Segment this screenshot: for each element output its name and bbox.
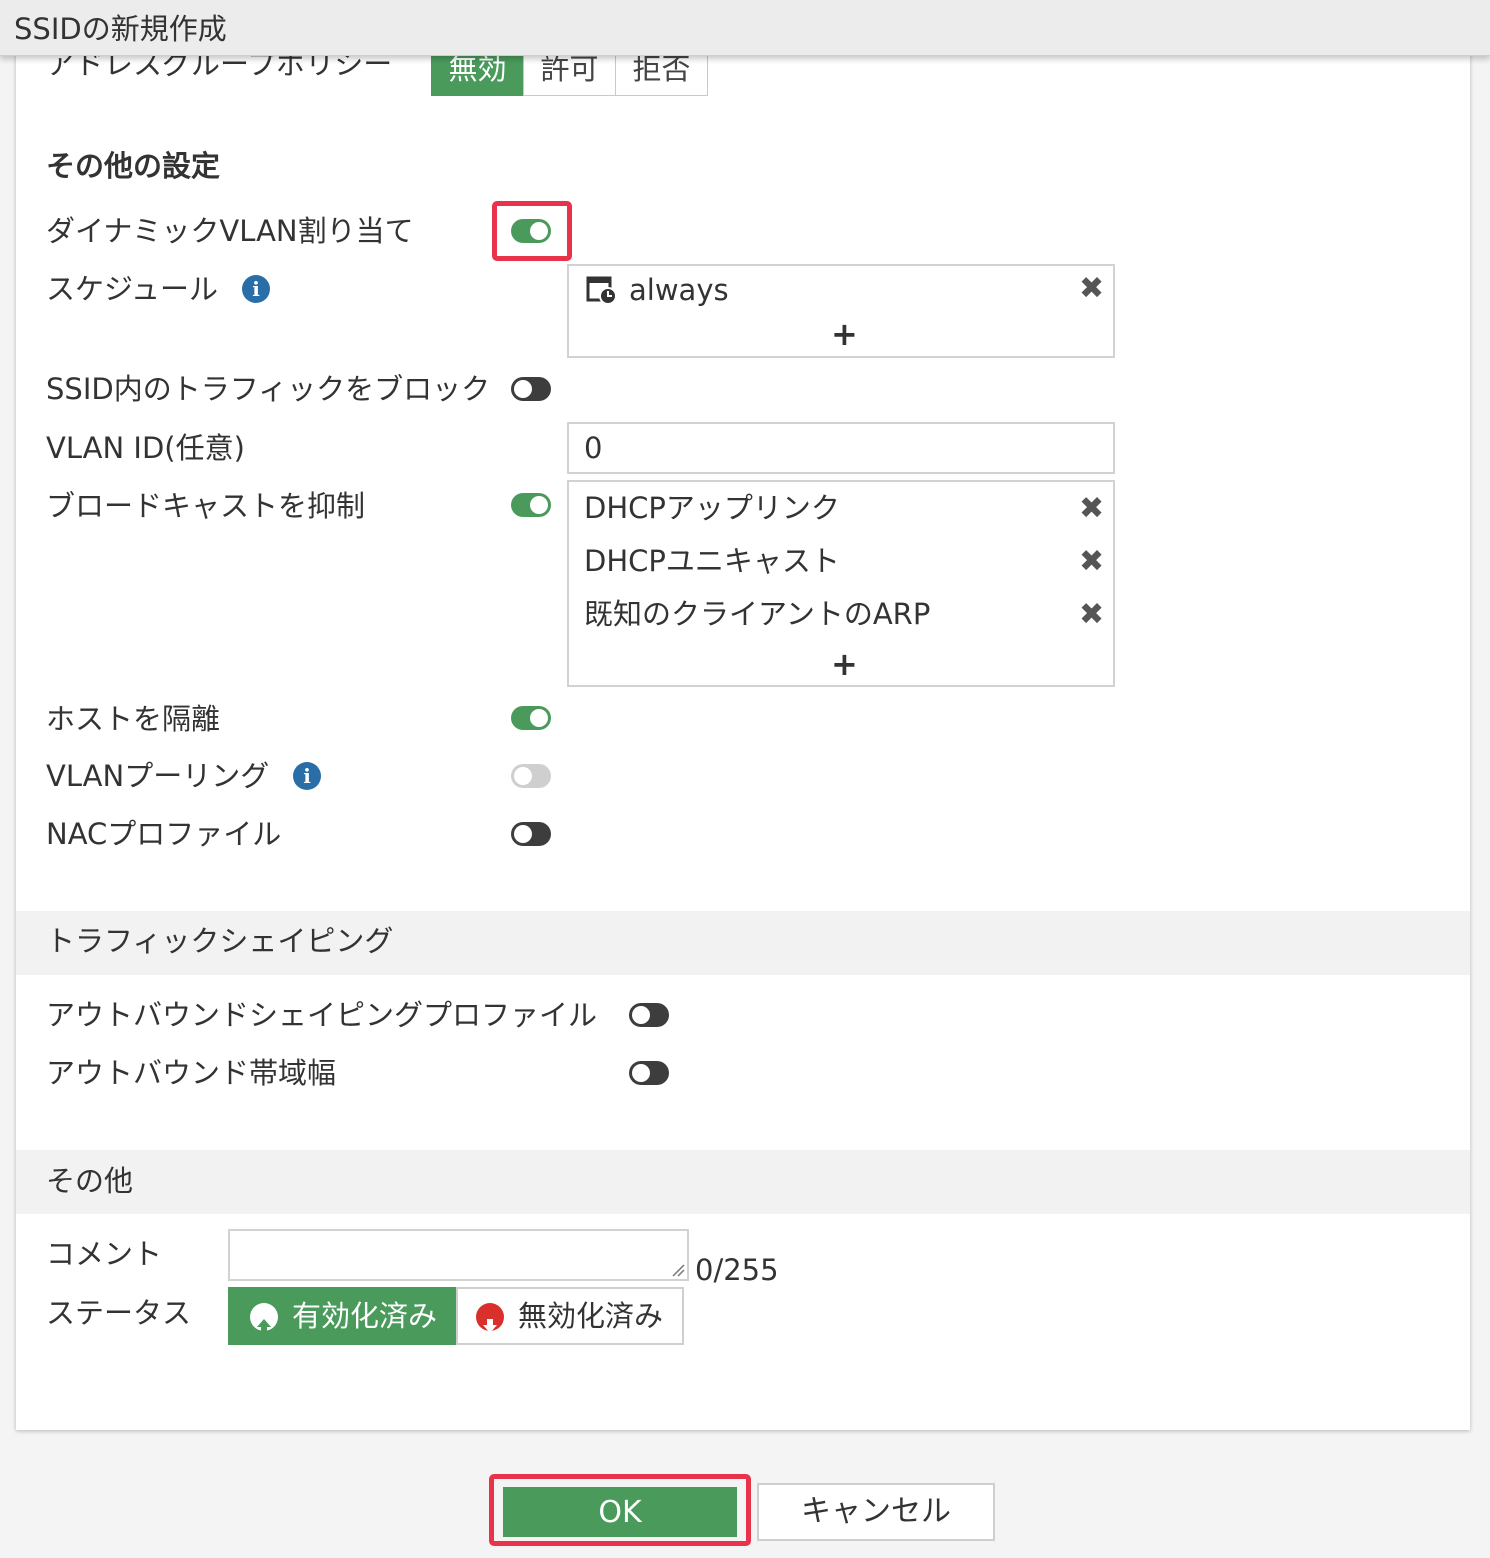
comment-counter: 0/255 (695, 1253, 779, 1287)
other-settings-heading: その他の設定 (46, 149, 221, 183)
block-intra-ssid-label: SSID内のトラフィックをブロック (46, 372, 491, 406)
cancel-button[interactable]: キャンセル (757, 1483, 995, 1541)
status-enabled-button[interactable]: 有効化済み (228, 1287, 456, 1345)
comment-textarea[interactable] (228, 1229, 689, 1281)
broadcast-item-dhcp-uplink: DHCPアップリンク (584, 491, 840, 525)
misc-section-header: その他 (16, 1150, 1470, 1214)
vlan-pooling-label: VLANプーリング (46, 759, 270, 793)
broadcast-suppression-toggle[interactable] (511, 493, 551, 517)
ok-button[interactable]: OK (503, 1487, 737, 1537)
status-disabled-label: 無効化済み (518, 1299, 664, 1333)
block-intra-ssid-toggle[interactable] (511, 377, 551, 401)
outbound-shaping-profile-toggle[interactable] (629, 1003, 669, 1027)
remove-known-arp-icon[interactable]: ✖ (1079, 600, 1104, 630)
outbound-bandwidth-toggle[interactable] (629, 1061, 669, 1085)
broadcast-suppression-box: DHCPアップリンク ✖ DHCPユニキャスト ✖ 既知のクライアントのARP … (567, 480, 1115, 687)
traffic-shaping-heading: トラフィックシェイピング (46, 924, 394, 958)
remove-dhcp-unicast-icon[interactable]: ✖ (1079, 547, 1104, 577)
arrow-up-circle-icon (250, 1303, 278, 1333)
broadcast-item-dhcp-unicast: DHCPユニキャスト (584, 544, 840, 578)
remove-schedule-icon[interactable]: ✖ (1079, 274, 1104, 304)
status-label: ステータス (46, 1296, 192, 1330)
schedule-label: スケジュール (46, 272, 218, 306)
status-disabled-button[interactable]: 無効化済み (456, 1287, 684, 1345)
nac-profile-toggle[interactable] (511, 822, 551, 846)
vlan-id-label: VLAN ID(任意) (46, 431, 245, 465)
dynamic-vlan-toggle[interactable] (511, 219, 551, 243)
isolate-hosts-toggle[interactable] (511, 706, 551, 730)
schedule-box: always ✖ + (567, 264, 1115, 358)
dialog-titlebar: SSIDの新規作成 (0, 0, 1490, 56)
add-broadcast-item-icon[interactable]: + (831, 648, 858, 680)
misc-heading: その他 (46, 1164, 134, 1198)
outbound-bandwidth-label: アウトバウンド帯域幅 (46, 1056, 337, 1090)
isolate-hosts-label: ホストを隔離 (46, 702, 221, 736)
schedule-calendar-icon (586, 276, 617, 305)
vlan-pooling-info-icon[interactable]: i (293, 762, 321, 790)
outbound-shaping-profile-label: アウトバウンドシェイピングプロファイル (46, 998, 598, 1032)
dynamic-vlan-label: ダイナミックVLAN割り当て (46, 214, 414, 248)
vlan-id-value: 0 (584, 431, 603, 465)
schedule-item: always (629, 273, 729, 307)
broadcast-item-known-arp: 既知のクライアントのARP (584, 597, 931, 631)
status-enabled-label: 有効化済み (292, 1299, 438, 1333)
comment-label: コメント (46, 1237, 163, 1271)
vlan-pooling-toggle (511, 764, 551, 788)
arrow-down-circle-icon (476, 1303, 504, 1333)
resize-handle-icon[interactable] (671, 1263, 685, 1277)
traffic-shaping-section-header: トラフィックシェイピング (16, 911, 1470, 975)
remove-dhcp-uplink-icon[interactable]: ✖ (1079, 494, 1104, 524)
nac-profile-label: NACプロファイル (46, 817, 282, 851)
broadcast-suppression-label: ブロードキャストを抑制 (46, 489, 366, 523)
add-schedule-icon[interactable]: + (831, 318, 858, 350)
settings-panel: アドレスグループポリシー 無効 許可 拒否 その他の設定 ダイナミックVLAN割… (16, 0, 1470, 1430)
vlan-id-input[interactable]: 0 (567, 422, 1115, 474)
schedule-info-icon[interactable]: i (242, 275, 270, 303)
dialog-title: SSIDの新規作成 (14, 12, 227, 46)
